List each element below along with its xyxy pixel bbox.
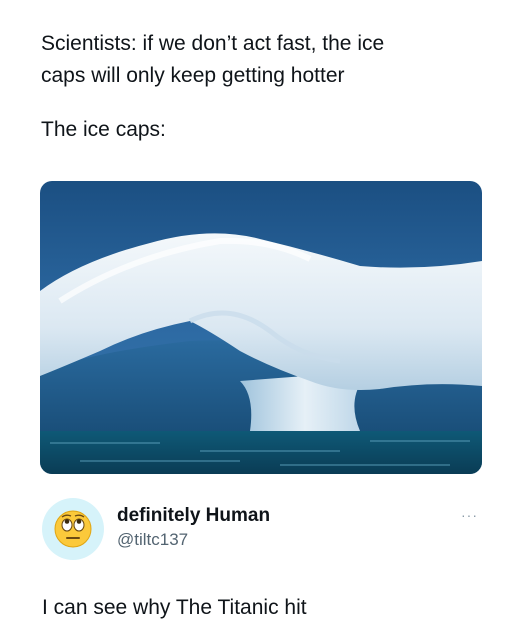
user-handle[interactable]: @tiltc137	[117, 529, 188, 551]
reply-card: definitely Human @tiltc137 ··· I can see…	[40, 496, 482, 636]
avatar[interactable]	[42, 498, 104, 560]
post-text-line: The ice caps:	[41, 118, 166, 141]
iceberg-photo[interactable]	[40, 181, 482, 474]
post-text-line: caps will only keep getting hotter	[41, 64, 345, 87]
more-options-icon[interactable]: ···	[461, 508, 478, 522]
post-text: Scientists: if we don’t act fast, the ic…	[41, 28, 481, 146]
rolling-eyes-emoji-icon	[54, 510, 92, 548]
display-name[interactable]: definitely Human	[117, 504, 270, 528]
post-text-line: Scientists: if we don’t act fast, the ic…	[41, 32, 385, 55]
reply-text: I can see why The Titanic hit	[42, 596, 307, 619]
iceberg-image	[40, 181, 482, 474]
